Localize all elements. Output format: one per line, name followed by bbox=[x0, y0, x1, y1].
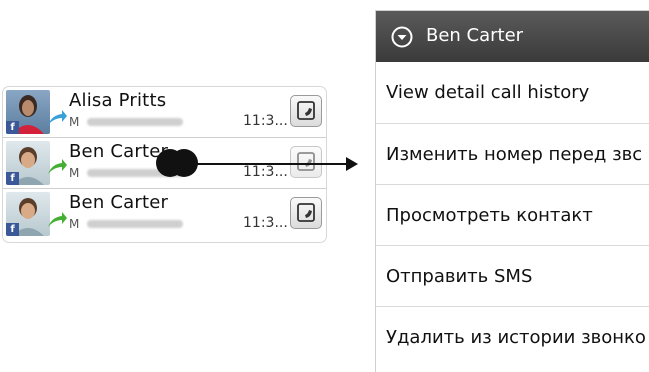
menu-item-delete-from-history[interactable]: Удалить из истории звонко bbox=[376, 306, 649, 367]
menu-item-label: Просмотреть контакт bbox=[386, 205, 593, 226]
phone-call-icon bbox=[297, 152, 315, 171]
call-log-row[interactable]: f Alisa Pritts M 11:3... bbox=[3, 87, 326, 138]
menu-item-label: Изменить номер перед звс bbox=[386, 144, 643, 165]
context-menu: Ben Carter View detail call history Изме… bbox=[375, 10, 649, 372]
call-button[interactable] bbox=[290, 95, 322, 127]
contact-name: Alisa Pritts bbox=[69, 90, 167, 111]
number-type: M bbox=[69, 115, 80, 129]
menu-item-label: Отправить SMS bbox=[386, 266, 533, 287]
contact-photo: f bbox=[6, 90, 50, 134]
blurred-phone-number bbox=[87, 118, 183, 126]
number-type: M bbox=[69, 217, 80, 231]
number-type: M bbox=[69, 166, 80, 180]
call-time: 11:3... bbox=[243, 164, 288, 180]
pointer-arrow-head-icon bbox=[346, 157, 358, 171]
menu-item-edit-number[interactable]: Изменить номер перед звс bbox=[376, 123, 649, 184]
contact-name: Ben Carter bbox=[69, 192, 169, 213]
call-time: 11:3... bbox=[243, 113, 288, 129]
menu-item-send-sms[interactable]: Отправить SMS bbox=[376, 245, 649, 306]
menu-item-label: Удалить из истории звонко bbox=[386, 327, 646, 348]
contact-name: Ben Carter bbox=[69, 141, 169, 162]
menu-item-view-call-history[interactable]: View detail call history bbox=[376, 62, 649, 123]
facebook-icon: f bbox=[6, 223, 19, 236]
context-menu-header: Ben Carter bbox=[376, 11, 649, 62]
context-menu-title: Ben Carter bbox=[426, 25, 524, 46]
touch-gesture-icon bbox=[156, 149, 198, 177]
blurred-phone-number bbox=[87, 220, 183, 228]
phone-call-icon bbox=[297, 101, 315, 120]
facebook-icon: f bbox=[6, 172, 19, 185]
outgoing-call-arrow-icon bbox=[48, 212, 67, 227]
call-time: 11:3... bbox=[243, 215, 288, 231]
menu-item-view-contact[interactable]: Просмотреть контакт bbox=[376, 184, 649, 245]
phone-call-icon bbox=[297, 203, 315, 222]
menu-item-label: View detail call history bbox=[386, 82, 590, 103]
chevron-down-circle-icon bbox=[391, 26, 413, 48]
call-button[interactable] bbox=[290, 146, 322, 178]
contact-photo: f bbox=[6, 141, 50, 185]
facebook-icon: f bbox=[6, 121, 19, 134]
contact-photo: f bbox=[6, 192, 50, 236]
call-log-row[interactable]: f Ben Carter M 11:3... bbox=[3, 189, 326, 239]
call-button[interactable] bbox=[290, 197, 322, 229]
outgoing-call-arrow-icon bbox=[48, 159, 67, 174]
incoming-call-arrow-icon bbox=[48, 110, 67, 125]
pointer-arrow-line bbox=[196, 163, 348, 165]
